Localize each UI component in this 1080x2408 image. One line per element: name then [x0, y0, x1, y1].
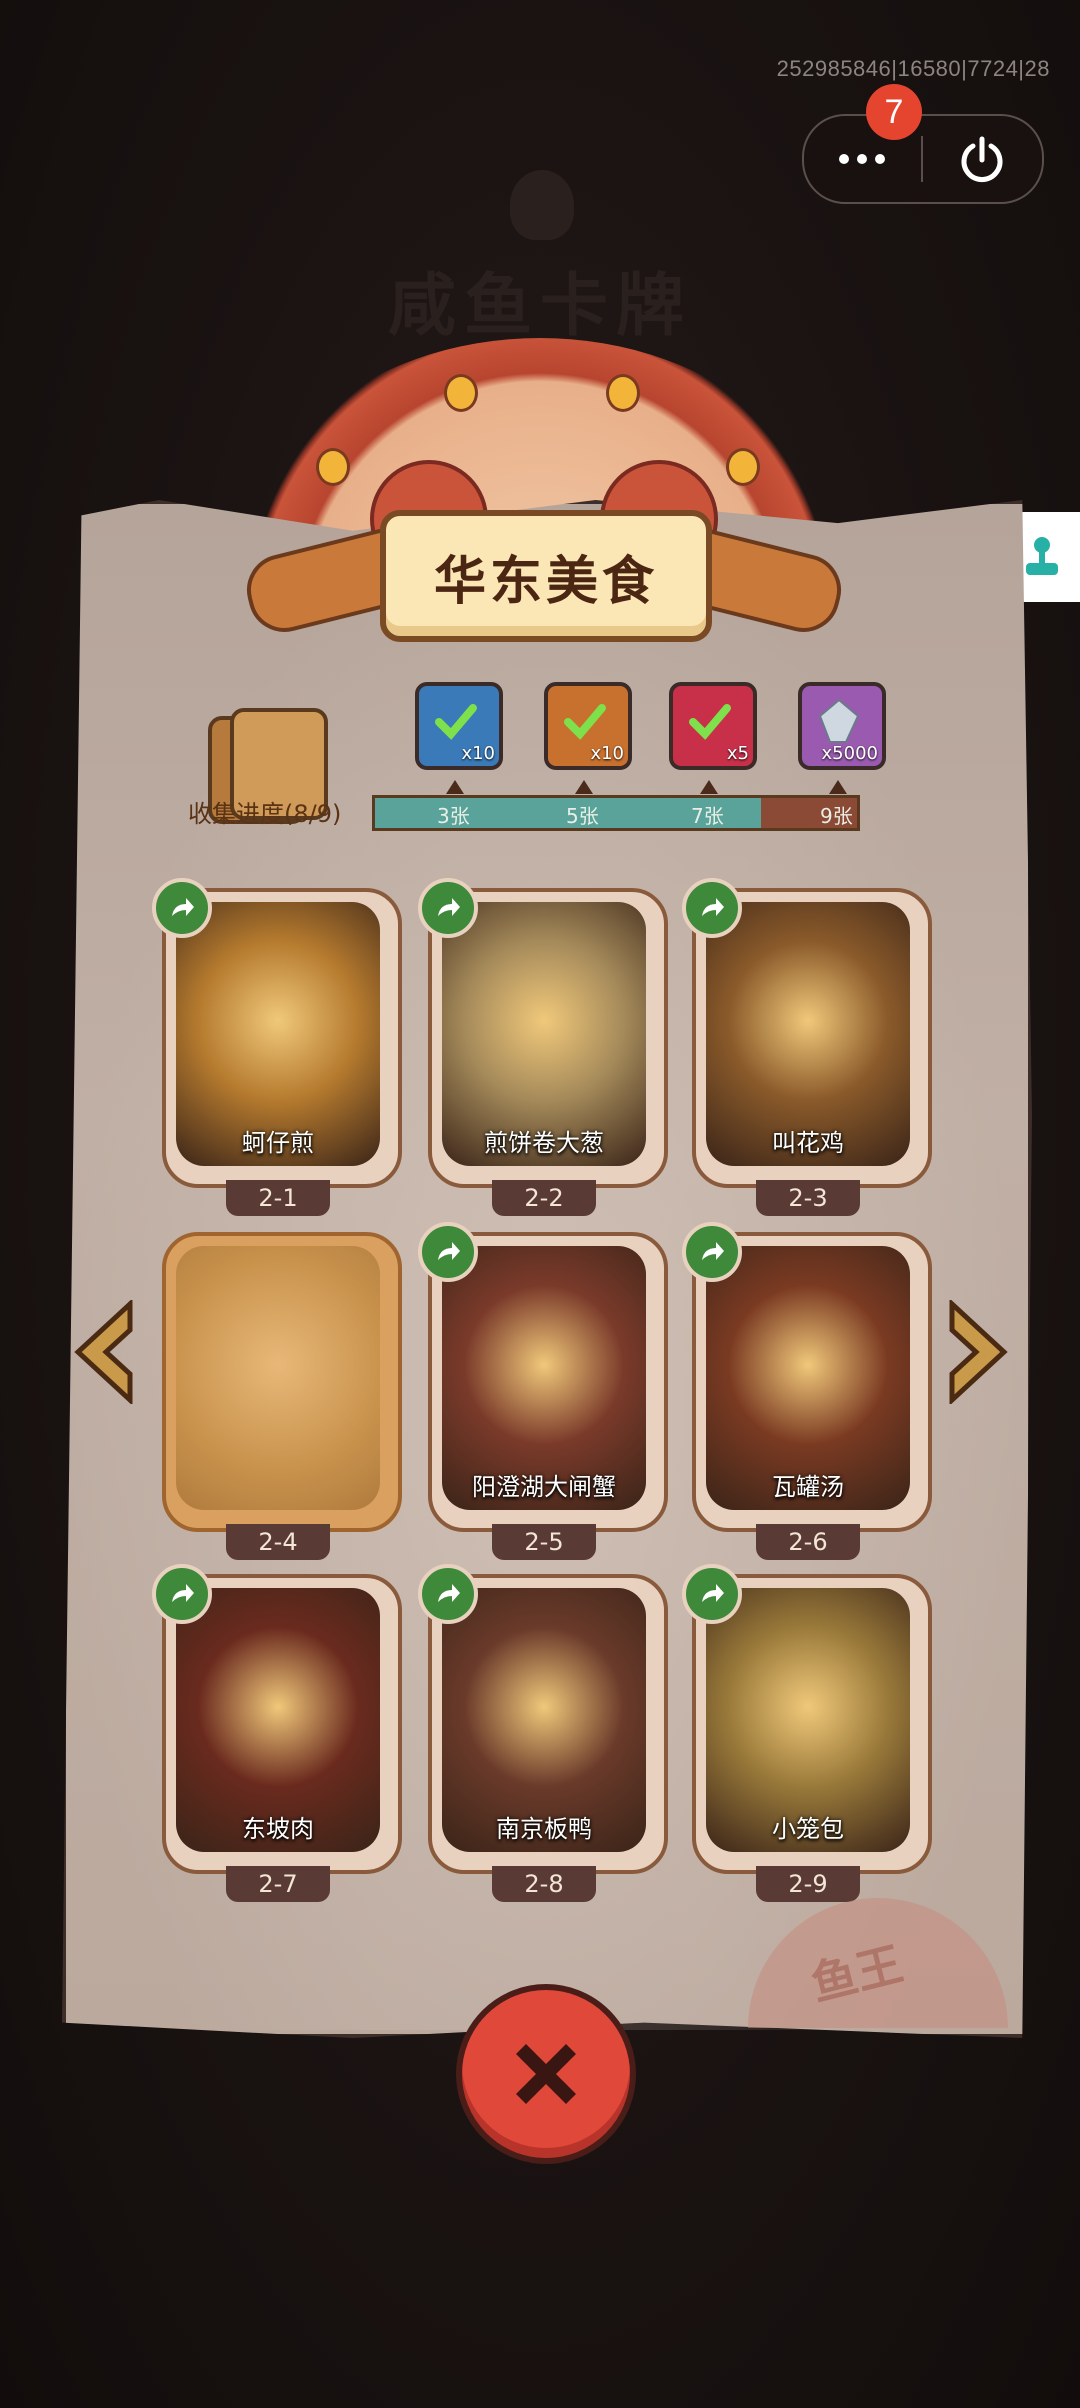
- milestone-marker: [446, 780, 464, 794]
- reward-count: x10: [461, 743, 495, 764]
- card-2-1[interactable]: 蚵仔煎 2-1: [152, 878, 402, 1216]
- milestone-label: 5张: [566, 804, 599, 828]
- background-emblem: [510, 170, 574, 240]
- milestone-marker: [829, 780, 847, 794]
- album-title: 华东美食: [433, 551, 658, 612]
- debug-info: 252985846|16580|7724|28: [776, 56, 1050, 81]
- card-number: 2-6: [756, 1524, 860, 1560]
- share-button[interactable]: [152, 878, 212, 938]
- bolt-icon: [726, 448, 760, 486]
- reward-count: x5: [726, 743, 749, 764]
- milestone-marker: [700, 780, 718, 794]
- share-button[interactable]: [418, 878, 478, 938]
- card-name: 阳澄湖大闸蟹: [472, 1473, 616, 1501]
- stamp-text: 鱼王: [805, 1936, 908, 2012]
- reward-count: x10: [590, 743, 624, 764]
- locked-card-back: [176, 1246, 380, 1510]
- close-button[interactable]: [456, 1984, 636, 2164]
- share-arrow-icon: [702, 1242, 724, 1260]
- card-2-5[interactable]: 阳澄湖大闸蟹 2-5: [418, 1222, 668, 1560]
- milestone-label: 7张: [691, 804, 724, 828]
- card-number: 2-8: [492, 1866, 596, 1902]
- share-button[interactable]: [682, 878, 742, 938]
- notification-badge: 7: [866, 84, 922, 140]
- share-button[interactable]: [418, 1564, 478, 1624]
- background-title: 咸鱼卡牌: [387, 267, 692, 346]
- collect-progress-label: 收集进度(8/9): [188, 800, 342, 828]
- card-name: 小笼包: [772, 1815, 844, 1843]
- card-name: 叫花鸡: [772, 1129, 844, 1157]
- share-arrow-icon: [702, 1584, 724, 1602]
- share-arrow-icon: [438, 898, 460, 916]
- card-number: 2-9: [756, 1866, 860, 1902]
- reward-count: x5000: [821, 743, 878, 764]
- chevron-right-icon: [949, 1298, 1008, 1406]
- capsule-divider: [921, 136, 923, 182]
- milestone-label: 3张: [437, 804, 470, 828]
- close-icon: [516, 2044, 576, 2104]
- card-number: 2-3: [756, 1180, 860, 1216]
- reward-crystal-icon[interactable]: x5000: [798, 682, 886, 770]
- bolt-icon: [316, 448, 350, 486]
- card-2-7[interactable]: 东坡肉 2-7: [152, 1564, 402, 1902]
- card-number: 2-4: [226, 1524, 330, 1560]
- card-name: 蚵仔煎: [242, 1129, 314, 1157]
- card-2-3[interactable]: 叫花鸡 2-3: [682, 878, 932, 1216]
- reward-green-tick-scroll-icon[interactable]: x10: [544, 682, 632, 770]
- share-button[interactable]: [418, 1222, 478, 1282]
- card-2-6[interactable]: 瓦罐汤 2-6: [682, 1222, 932, 1560]
- share-arrow-icon: [702, 898, 724, 916]
- card-2-4[interactable]: 2-4: [162, 1232, 402, 1560]
- reward-green-tick-jade-icon[interactable]: x10: [415, 682, 503, 770]
- card-name: 东坡肉: [242, 1815, 314, 1843]
- card-number: 2-1: [226, 1180, 330, 1216]
- card-2-8[interactable]: 南京板鸭 2-8: [418, 1564, 668, 1902]
- share-arrow-icon: [172, 898, 194, 916]
- next-page-button[interactable]: [942, 1298, 1012, 1406]
- reward-green-tick-orb-icon[interactable]: x5: [669, 682, 757, 770]
- miniprogram-capsule: [802, 114, 1044, 204]
- bolt-icon: [606, 374, 640, 412]
- prev-page-button[interactable]: [70, 1298, 140, 1406]
- share-arrow-icon: [438, 1584, 460, 1602]
- card-number: 2-2: [492, 1180, 596, 1216]
- exit-button[interactable]: [924, 116, 1040, 202]
- card-2-9[interactable]: 小笼包 2-9: [682, 1564, 932, 1902]
- share-button[interactable]: [682, 1564, 742, 1624]
- milestone-label: 9张: [820, 804, 853, 828]
- power-icon: [961, 136, 1003, 183]
- bolt-icon: [444, 374, 478, 412]
- milestone-marker: [575, 780, 593, 794]
- share-arrow-icon: [438, 1242, 460, 1260]
- card-name: 南京板鸭: [496, 1815, 592, 1843]
- share-button[interactable]: [152, 1564, 212, 1624]
- chevron-left-icon: [74, 1298, 133, 1406]
- album-title-ribbon: 华东美食: [380, 510, 712, 642]
- share-button[interactable]: [682, 1222, 742, 1282]
- card-name: 瓦罐汤: [772, 1473, 844, 1501]
- card-name: 煎饼卷大葱: [484, 1129, 604, 1157]
- joystick-icon: [1026, 537, 1058, 575]
- more-icon: [839, 154, 849, 164]
- card-2-2[interactable]: 煎饼卷大葱 2-2: [418, 878, 668, 1216]
- card-number: 2-5: [492, 1524, 596, 1560]
- share-arrow-icon: [172, 1584, 194, 1602]
- card-number: 2-7: [226, 1866, 330, 1902]
